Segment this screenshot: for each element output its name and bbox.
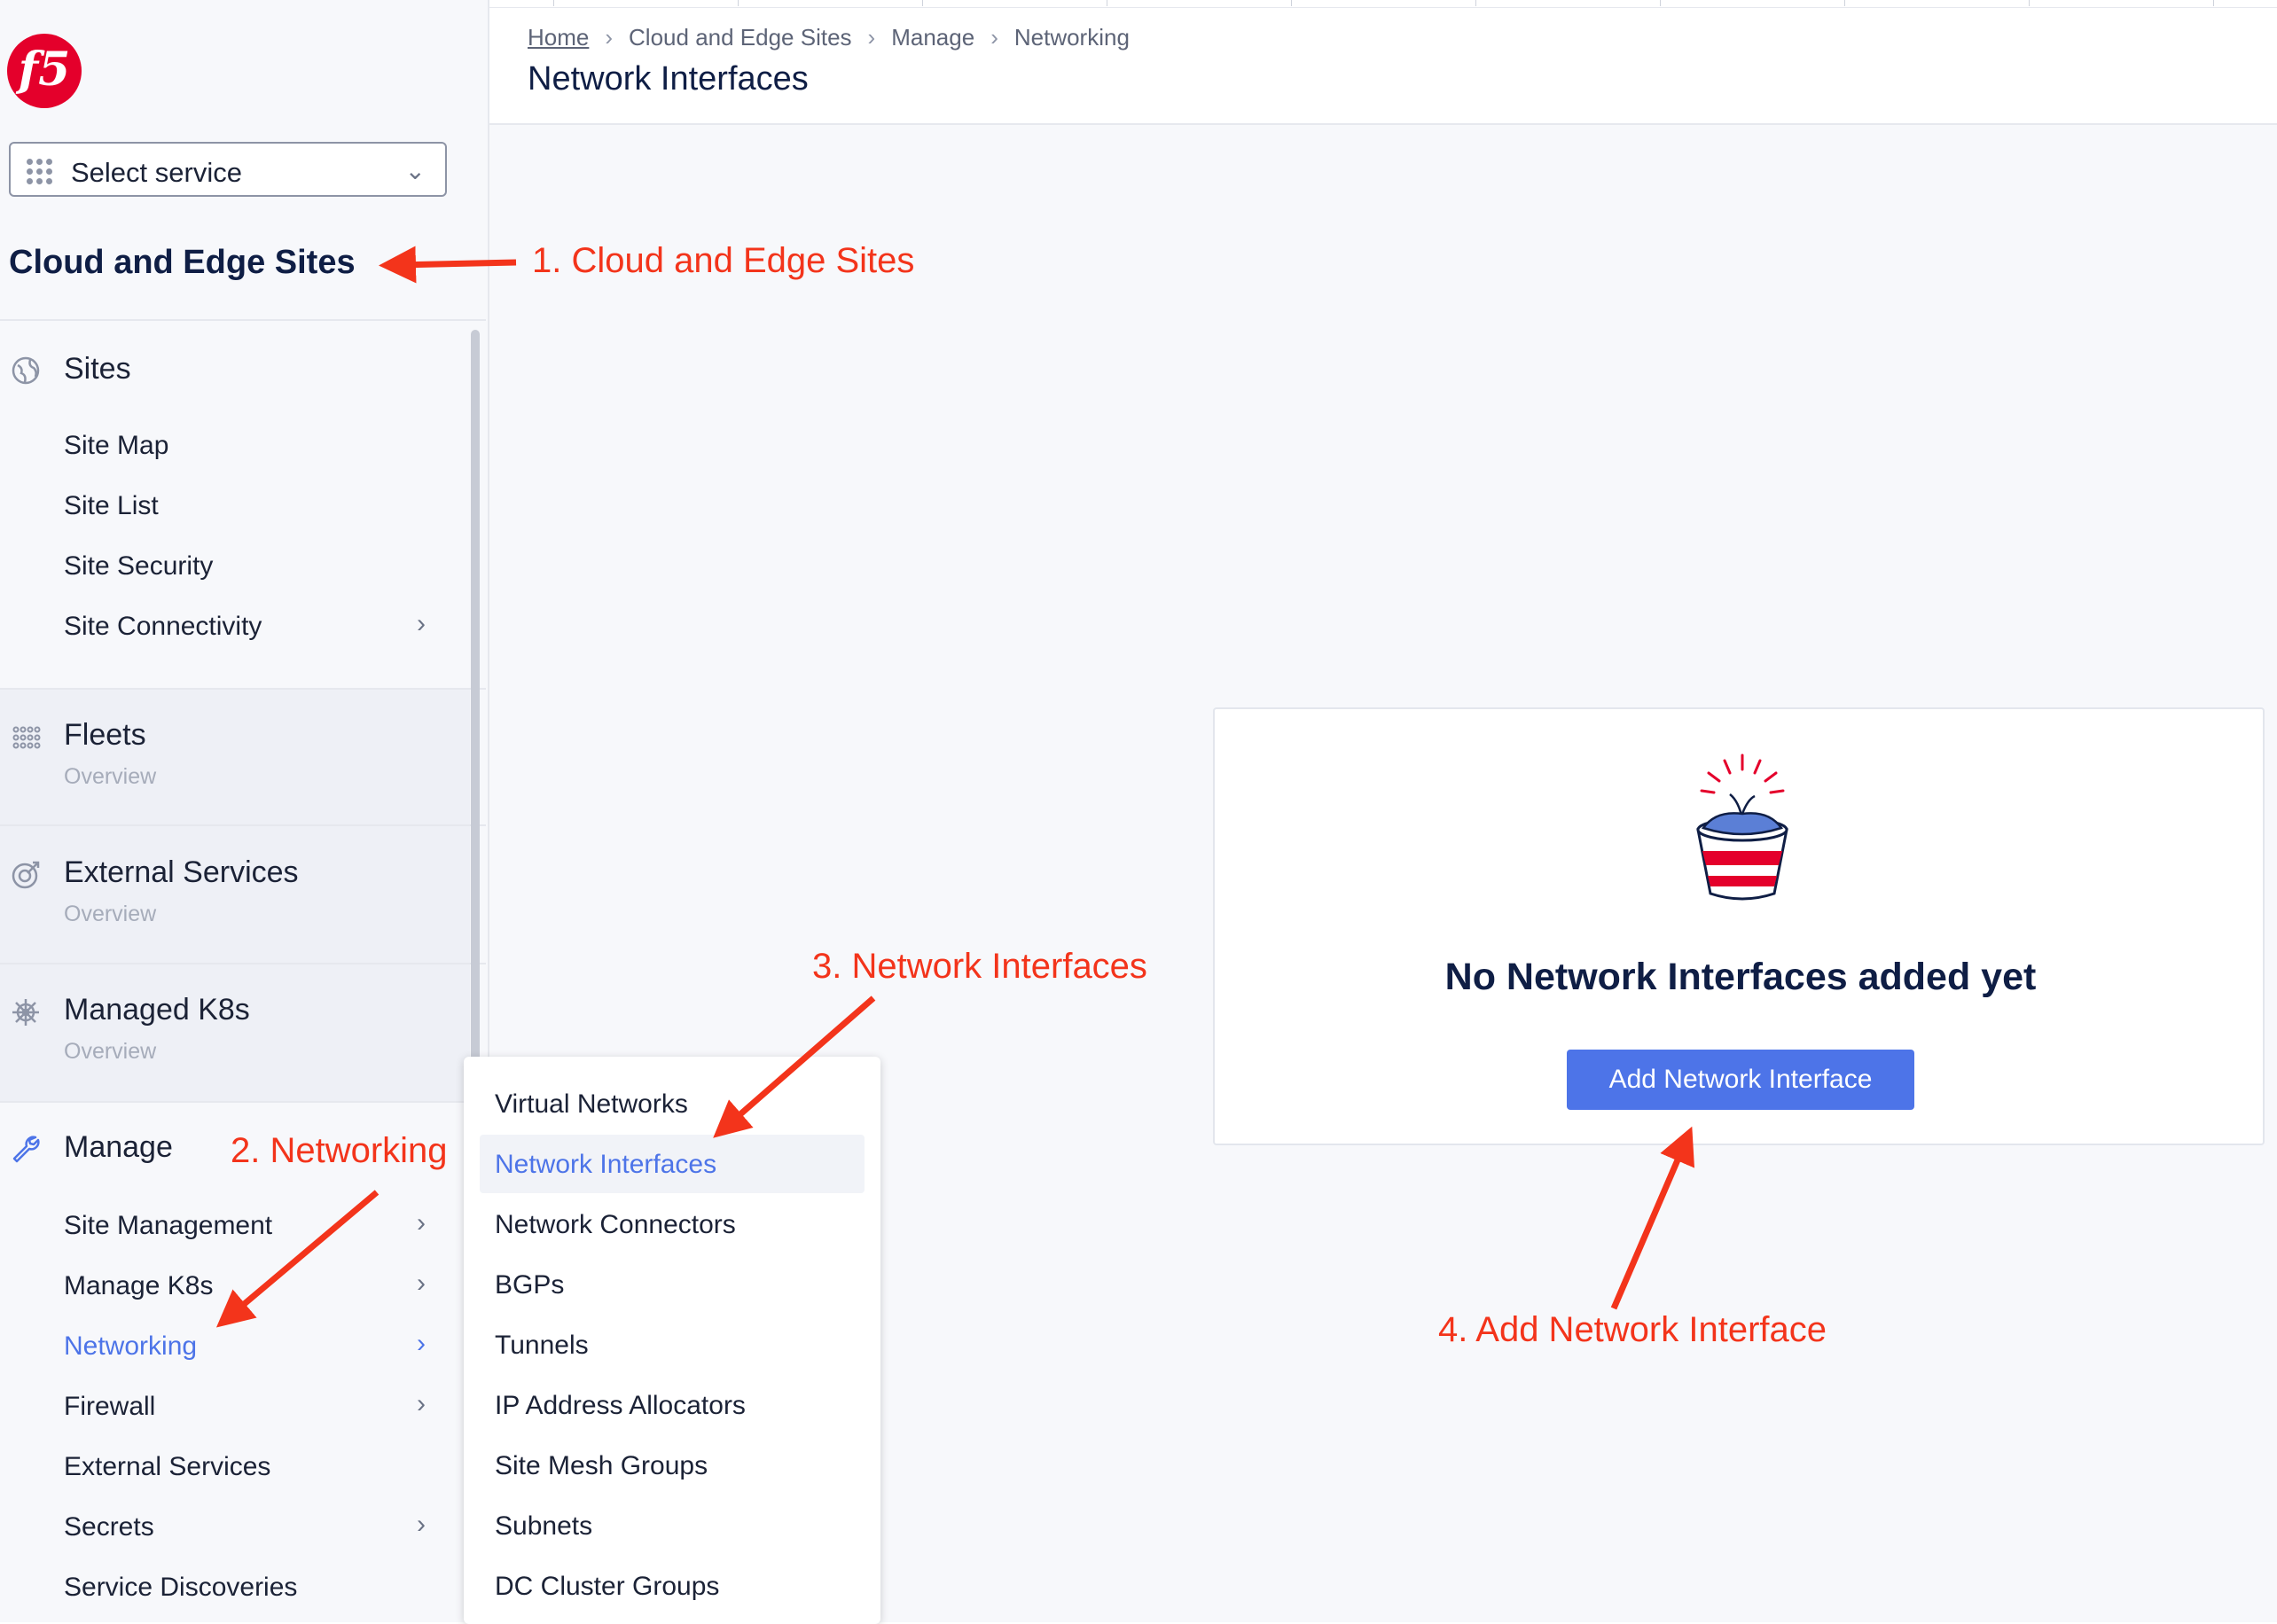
sidebar: f5 Select service ⌄ Cloud and Edge Sites… <box>0 0 489 1622</box>
chevron-down-icon: ⌄ <box>404 157 426 184</box>
annotation-step-1: 1. Cloud and Edge Sites <box>532 241 915 280</box>
external-services-section-title[interactable]: External Services <box>64 855 299 890</box>
divider <box>0 963 486 964</box>
sidebar-scrollbar[interactable] <box>471 330 480 1066</box>
submenu-item-tunnels[interactable]: Tunnels <box>495 1331 589 1361</box>
submenu-item-virtual-networks[interactable]: Virtual Networks <box>495 1089 688 1120</box>
sidebar-item-manage-k8s[interactable]: Manage K8s <box>64 1271 213 1301</box>
fleets-section-title[interactable]: Fleets <box>64 718 146 753</box>
divider <box>0 1101 486 1103</box>
sidebar-item-firewall[interactable]: Firewall <box>64 1392 155 1422</box>
annotation-step-2: 2. Networking <box>231 1131 448 1170</box>
chevron-right-icon: › <box>417 1329 426 1358</box>
chevron-right-icon: › <box>417 1389 426 1418</box>
service-title: Cloud and Edge Sites <box>9 244 356 281</box>
chevron-right-icon: › <box>417 1510 426 1539</box>
f5-logo[interactable]: f5 <box>7 34 82 108</box>
submenu-item-network-interfaces[interactable]: Network Interfaces <box>495 1150 716 1180</box>
sidebar-item-site-security[interactable]: Site Security <box>64 551 213 582</box>
breadcrumb-separator-icon: › <box>867 24 876 51</box>
external-services-overview-link[interactable]: Overview <box>64 902 156 927</box>
breadcrumb-separator-icon: › <box>990 24 998 51</box>
annotation-step-4: 4. Add Network Interface <box>1438 1310 1827 1349</box>
sidebar-item-site-map[interactable]: Site Map <box>64 431 168 461</box>
submenu-item-subnets[interactable]: Subnets <box>495 1511 592 1542</box>
breadcrumb-cloud-edge-sites[interactable]: Cloud and Edge Sites <box>629 24 852 51</box>
divider <box>0 824 486 826</box>
managed-k8s-section-title[interactable]: Managed K8s <box>64 993 250 1027</box>
header-divider <box>489 123 2277 125</box>
empty-state-card: No Network Interfaces added yet Add Netw… <box>1213 707 2265 1145</box>
sidebar-item-secrets[interactable]: Secrets <box>64 1512 154 1542</box>
breadcrumb-manage[interactable]: Manage <box>891 24 974 51</box>
breadcrumb-separator-icon: › <box>605 24 614 51</box>
sidebar-item-service-discoveries[interactable]: Service Discoveries <box>64 1573 297 1603</box>
fleets-overview-link[interactable]: Overview <box>64 764 156 790</box>
submenu-item-ip-address-allocators[interactable]: IP Address Allocators <box>495 1391 746 1421</box>
fleet-icon <box>11 722 41 753</box>
breadcrumb: Home › Cloud and Edge Sites › Manage › Network… <box>528 24 1146 51</box>
divider <box>0 688 486 690</box>
helm-icon <box>11 997 41 1027</box>
divider <box>0 319 486 321</box>
chevron-right-icon: › <box>417 609 426 638</box>
add-network-interface-button[interactable]: Add Network Interface <box>1567 1050 1914 1110</box>
target-icon <box>11 860 41 890</box>
breadcrumb-networking: Networking <box>1013 24 1130 51</box>
sidebar-item-networking[interactable]: Networking <box>64 1331 197 1362</box>
sidebar-item-external-services[interactable]: External Services <box>64 1452 270 1482</box>
submenu-item-site-mesh-groups[interactable]: Site Mesh Groups <box>495 1451 708 1481</box>
managed-k8s-section[interactable] <box>0 964 470 1101</box>
managed-k8s-overview-link[interactable]: Overview <box>64 1039 156 1065</box>
submenu-item-bgps[interactable]: BGPs <box>495 1270 564 1300</box>
sidebar-item-site-management[interactable]: Site Management <box>64 1211 272 1241</box>
sites-section-title[interactable]: Sites <box>64 352 131 386</box>
networking-submenu: Virtual Networks Network Interfaces Netw… <box>464 1057 880 1624</box>
plant-pot-illustration <box>1696 753 1788 901</box>
annotation-step-3: 3. Network Interfaces <box>812 947 1147 986</box>
sidebar-item-site-list[interactable]: Site List <box>64 491 159 521</box>
app-grid-icon <box>27 159 53 185</box>
page-title: Network Interfaces <box>528 60 809 98</box>
globe-icon <box>11 355 41 386</box>
breadcrumb-home[interactable]: Home <box>528 24 589 51</box>
submenu-item-dc-cluster-groups[interactable]: DC Cluster Groups <box>495 1572 719 1602</box>
submenu-item-network-connectors[interactable]: Network Connectors <box>495 1210 736 1240</box>
select-service-dropdown[interactable]: Select service ⌄ <box>9 142 447 197</box>
select-service-label: Select service <box>71 157 242 188</box>
chevron-right-icon: › <box>417 1269 426 1298</box>
chevron-right-icon: › <box>417 1208 426 1238</box>
wrench-icon <box>11 1134 41 1164</box>
sidebar-item-site-connectivity[interactable]: Site Connectivity <box>64 612 262 642</box>
empty-state-title: No Network Interfaces added yet <box>1444 956 2037 998</box>
external-services-section[interactable] <box>0 826 470 963</box>
fleets-section[interactable] <box>0 688 470 824</box>
manage-section-title[interactable]: Manage <box>64 1130 173 1165</box>
